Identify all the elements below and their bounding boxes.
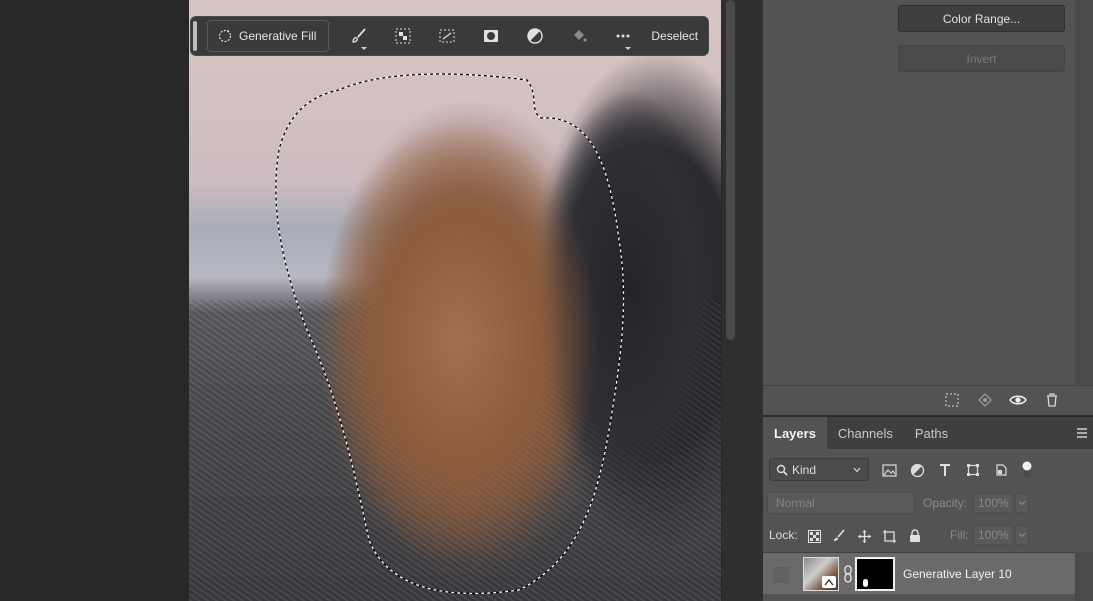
filter-kind-value: Kind xyxy=(792,462,817,477)
more-icon xyxy=(616,34,630,38)
eye-icon xyxy=(1009,395,1027,405)
delete-button[interactable] xyxy=(1042,391,1062,409)
adjustment-icon xyxy=(527,28,544,44)
image-icon xyxy=(881,463,897,477)
canvas-scroll-thumb[interactable] xyxy=(726,0,735,340)
trash-icon xyxy=(1047,393,1057,407)
filter-smart-objects-button[interactable] xyxy=(992,461,1010,479)
canvas-workspace[interactable]: Generative Fill Deselect xyxy=(0,0,738,601)
marquee-selection-icon xyxy=(945,393,959,407)
move-icon xyxy=(857,529,871,543)
tab-layers[interactable]: Layers xyxy=(763,417,827,449)
brush-icon xyxy=(834,529,845,541)
padlock-icon xyxy=(910,529,920,542)
smart-object-icon xyxy=(996,464,1007,476)
generative-layer-badge-icon xyxy=(822,576,836,588)
lock-artboard-button[interactable] xyxy=(880,527,898,545)
reset-button[interactable] xyxy=(975,391,995,409)
tab-paths[interactable]: Paths xyxy=(904,417,959,449)
fill-dropdown-button[interactable] xyxy=(1015,525,1029,545)
lock-row: Lock: Fill: 100% xyxy=(763,520,1093,550)
mask-from-selection-button[interactable] xyxy=(469,16,513,56)
taskbar-drag-handle[interactable] xyxy=(193,21,197,51)
layer-filter-row: Kind xyxy=(763,453,1093,487)
panel-menu-icon[interactable] xyxy=(1075,426,1089,440)
modify-selection-brush-button[interactable] xyxy=(337,16,381,56)
toggle-visibility-button[interactable] xyxy=(1008,391,1028,409)
transform-selection-button[interactable] xyxy=(425,16,469,56)
type-icon xyxy=(940,464,950,476)
layers-panel-tabs: Layers Channels Paths xyxy=(763,417,1093,449)
paint-bucket-icon xyxy=(574,30,587,42)
chevron-down-icon xyxy=(1018,501,1026,506)
lock-position-button[interactable] xyxy=(855,527,873,545)
select-subject-button[interactable] xyxy=(381,16,425,56)
color-range-button[interactable]: Color Range... xyxy=(898,5,1065,32)
chevron-down-icon xyxy=(1018,533,1026,538)
deselect-button[interactable]: Deselect xyxy=(651,29,698,43)
opacity-label: Opacity: xyxy=(923,496,968,510)
generative-fill-icon xyxy=(218,29,232,43)
mask-shape xyxy=(863,579,868,587)
shape-icon xyxy=(967,464,979,476)
reset-icon xyxy=(978,393,992,407)
toggle-icon xyxy=(1022,461,1032,478)
generative-fill-label: Generative Fill xyxy=(239,29,317,43)
fill-label: Fill: xyxy=(950,528,969,542)
fill-selection-button[interactable] xyxy=(557,16,601,56)
lock-image-pixels-button[interactable] xyxy=(830,527,848,545)
transform-selection-icon xyxy=(439,29,455,43)
layer-visibility-toggle[interactable] xyxy=(773,567,789,583)
filter-toggle-switch[interactable] xyxy=(1018,461,1036,479)
fill-input[interactable]: 100% xyxy=(973,525,1013,545)
artboard-icon xyxy=(882,529,896,543)
layer-row[interactable]: Generative Layer 10 xyxy=(763,552,1075,594)
lock-transparent-pixels-button[interactable] xyxy=(805,527,823,545)
layer-mask-icon xyxy=(484,30,499,42)
chain-link-icon[interactable] xyxy=(842,565,854,583)
filter-shape-layers-button[interactable] xyxy=(964,461,982,479)
document-canvas[interactable] xyxy=(189,0,721,601)
blend-opacity-row: Normal Opacity: 100% xyxy=(763,488,1093,518)
blend-mode-dropdown[interactable]: Normal xyxy=(767,492,915,514)
opacity-value: 100% xyxy=(978,496,1009,510)
layer-thumbnail[interactable] xyxy=(803,557,839,591)
marching-ants-selection xyxy=(275,73,625,595)
brush-icon xyxy=(352,28,367,43)
more-options-button[interactable] xyxy=(601,16,645,56)
opacity-dropdown-button[interactable] xyxy=(1015,493,1029,513)
select-subject-icon xyxy=(395,28,411,44)
blend-mode-value: Normal xyxy=(776,496,815,510)
invert-button[interactable]: Invert xyxy=(898,45,1065,72)
panel-dock-gutter xyxy=(738,0,763,601)
load-selection-button[interactable] xyxy=(942,391,962,409)
opacity-input[interactable]: 100% xyxy=(973,493,1013,513)
lock-all-button[interactable] xyxy=(906,527,924,545)
filter-kind-dropdown[interactable]: Kind xyxy=(769,458,869,481)
lock-label: Lock: xyxy=(769,528,798,542)
filter-type-layers-button[interactable] xyxy=(936,461,954,479)
checkerboard-icon xyxy=(807,529,821,543)
filter-pixel-layers-button[interactable] xyxy=(880,461,898,479)
generative-fill-button[interactable]: Generative Fill xyxy=(207,20,330,52)
contextual-task-bar: Generative Fill Deselect xyxy=(190,16,709,56)
chevron-down-icon xyxy=(853,467,861,473)
filter-adjustment-layers-button[interactable] xyxy=(908,461,926,479)
layer-name[interactable]: Generative Layer 10 xyxy=(903,567,1012,581)
adjustment-icon xyxy=(910,463,924,477)
fill-value: 100% xyxy=(978,528,1009,542)
adjustment-layer-button[interactable] xyxy=(513,16,557,56)
tab-channels[interactable]: Channels xyxy=(827,417,904,449)
layer-mask-thumbnail[interactable] xyxy=(855,557,895,591)
search-icon xyxy=(776,464,788,476)
properties-panel-scrollbar[interactable] xyxy=(1075,0,1093,385)
layers-panel-scrollbar[interactable] xyxy=(1075,552,1093,601)
